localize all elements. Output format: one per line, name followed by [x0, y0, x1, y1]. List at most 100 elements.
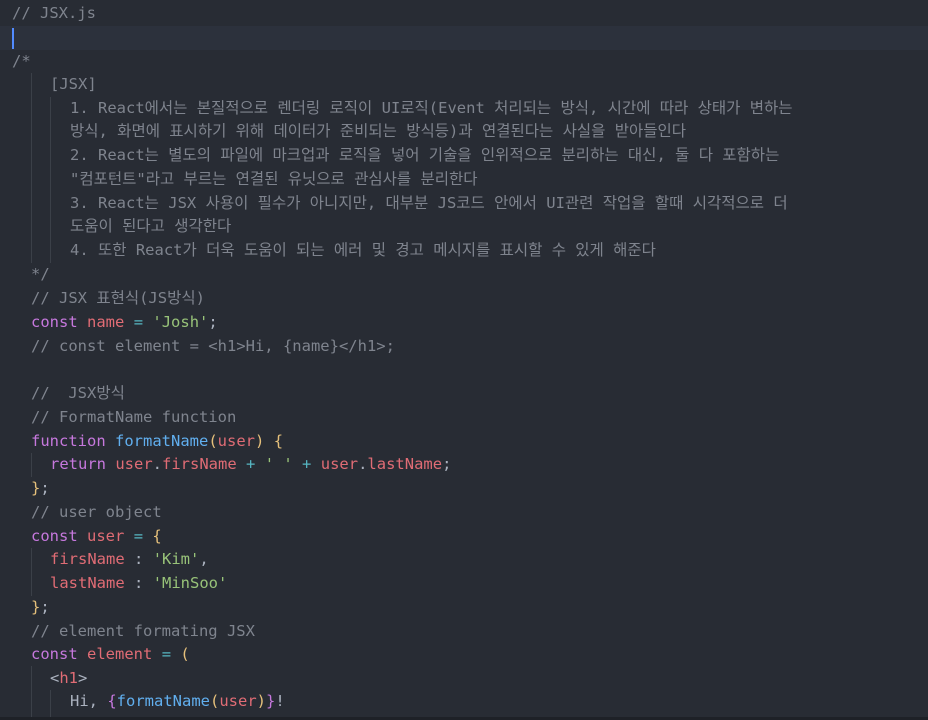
- code-comment: // element formating JSX: [31, 622, 255, 640]
- brace: }: [266, 692, 276, 710]
- code-line: // element formating JSX: [0, 620, 928, 644]
- comment-item: 방식, 화면에 표시하기 위해 데이터가 준비되는 방식등)과 연결된다는 사실…: [70, 122, 687, 140]
- code-line: 2. React는 별도의 파일에 마크업과 로직을 넣어 기술을 인위적으로 …: [0, 144, 928, 168]
- string-literal: 'Kim': [152, 550, 200, 568]
- keyword: return: [50, 455, 106, 473]
- brace: }: [31, 479, 41, 497]
- paren: (: [210, 692, 220, 710]
- code-line: const element = (: [0, 643, 928, 667]
- string-literal: ' ': [264, 455, 293, 473]
- code-line: 4. 또한 React가 더욱 도움이 되는 에러 및 경고 메시지를 표시할 …: [0, 239, 928, 263]
- code-line: function formatName(user) {: [0, 430, 928, 454]
- dot: .: [152, 455, 163, 473]
- function-name: formatName: [115, 432, 209, 450]
- operator: +: [246, 455, 256, 473]
- property-name: firsName: [50, 550, 125, 568]
- comment-item: "컴포턴트"라고 부르는 연결된 유닛으로 관심사를 분리한다: [70, 170, 478, 188]
- variable-name: element: [87, 645, 153, 663]
- keyword: function: [31, 432, 106, 450]
- tag-bracket: >: [78, 669, 88, 687]
- comment-item: 1. React에서는 본질적으로 렌더링 로직이 UI로직(Event 처리되…: [70, 99, 793, 117]
- code-line: };: [0, 477, 928, 501]
- file-title-comment: // JSX.js: [12, 4, 96, 22]
- code-comment: // const element = <h1>Hi, {name}</h1>;: [31, 337, 395, 355]
- code-line: // JSX 표현식(JS방식): [0, 287, 928, 311]
- comma: ,: [199, 550, 209, 568]
- text-cursor: [12, 28, 14, 49]
- code-line: // JSX방식: [0, 382, 928, 406]
- comment-item: 3. React는 JSX 사용이 필수가 아니지만, 대부분 JS코드 안에서…: [70, 194, 788, 212]
- code-line: // const element = <h1>Hi, {name}</h1>;: [0, 335, 928, 359]
- comment-item: 2. React는 별도의 파일에 마크업과 로직을 넣어 기술을 인위적으로 …: [70, 146, 780, 164]
- code-line: 1. React에서는 본질적으로 렌더링 로직이 UI로직(Event 처리되…: [0, 97, 928, 121]
- operator: =: [133, 527, 144, 545]
- semicolon: ;: [208, 313, 218, 331]
- variable-name: user: [115, 455, 153, 473]
- tag-bracket: <: [50, 669, 60, 687]
- operator: =: [133, 313, 144, 331]
- function-name: formatName: [116, 692, 210, 710]
- string-literal: 'MinSoo': [152, 574, 228, 592]
- paren: (: [208, 432, 218, 450]
- paren: (: [180, 645, 190, 663]
- code-line: lastName : 'MinSoo': [0, 572, 928, 596]
- code-line: */: [0, 263, 928, 287]
- keyword: const: [31, 645, 78, 663]
- brace: {: [273, 432, 284, 450]
- code-line: "컴포턴트"라고 부르는 연결된 유닛으로 관심사를 분리한다: [0, 168, 928, 192]
- code-line: // user object: [0, 501, 928, 525]
- jsx-tag: h1: [59, 669, 79, 687]
- code-line: // FormatName function: [0, 406, 928, 430]
- code-line: 3. React는 JSX 사용이 필수가 아니지만, 대부분 JS코드 안에서…: [0, 192, 928, 216]
- semicolon: ;: [40, 598, 50, 616]
- code-line: // JSX.js: [0, 2, 928, 26]
- keyword: const: [31, 527, 78, 545]
- code-comment: // JSX방식: [31, 384, 125, 402]
- semicolon: ;: [442, 455, 452, 473]
- variable-name: user: [87, 527, 125, 545]
- comment-close: */: [31, 265, 50, 283]
- brace: {: [107, 692, 117, 710]
- brace: }: [31, 598, 41, 616]
- code-line: firsName : 'Kim',: [0, 548, 928, 572]
- property-name: lastName: [367, 455, 443, 473]
- string-literal: 'Josh': [152, 313, 209, 331]
- jsx-text: Hi,: [70, 692, 108, 710]
- variable-name: name: [87, 313, 125, 331]
- code-line: const user = {: [0, 525, 928, 549]
- code-line: <h1>: [0, 667, 928, 691]
- brace: {: [152, 527, 162, 545]
- comment-open: /*: [12, 52, 31, 70]
- current-code-line[interactable]: [0, 26, 928, 50]
- paren: ): [255, 432, 265, 450]
- code-line: [JSX]: [0, 73, 928, 97]
- colon: :: [134, 550, 144, 568]
- dot: .: [358, 455, 368, 473]
- code-line: Hi, {formatName(user)}!: [0, 690, 928, 714]
- colon: :: [134, 574, 144, 592]
- code-line: return user.firsName + ' ' + user.lastNa…: [0, 453, 928, 477]
- code-line: };: [0, 596, 928, 620]
- comment-heading: [JSX]: [50, 75, 97, 93]
- comment-item: 도움이 된다고 생각한다: [70, 217, 232, 235]
- code-comment: // JSX 표현식(JS방식): [31, 289, 205, 307]
- variable-name: user: [320, 455, 359, 473]
- operator: +: [302, 455, 312, 473]
- code-line: 도움이 된다고 생각한다: [0, 215, 928, 239]
- jsx-text: !: [275, 692, 285, 710]
- code-comment: // FormatName function: [31, 408, 237, 426]
- parameter: user: [219, 692, 257, 710]
- property-name: lastName: [50, 574, 125, 592]
- paren: ): [256, 692, 267, 710]
- code-line: 방식, 화면에 표시하기 위해 데이터가 준비되는 방식등)과 연결된다는 사실…: [0, 120, 928, 144]
- semicolon: ;: [40, 479, 50, 497]
- code-line: /*: [0, 50, 928, 74]
- comment-item: 4. 또한 React가 더욱 도움이 되는 에러 및 경고 메시지를 표시할 …: [70, 241, 656, 259]
- code-line: const name = 'Josh';: [0, 311, 928, 335]
- code-comment: // user object: [31, 503, 162, 521]
- keyword: const: [31, 313, 78, 331]
- code-editor[interactable]: // JSX.js /* [JSX] 1. React에서는 본질적으로 렌더링…: [0, 0, 928, 720]
- operator: =: [161, 645, 172, 663]
- parameter: user: [217, 432, 255, 450]
- property-name: firsName: [162, 455, 237, 473]
